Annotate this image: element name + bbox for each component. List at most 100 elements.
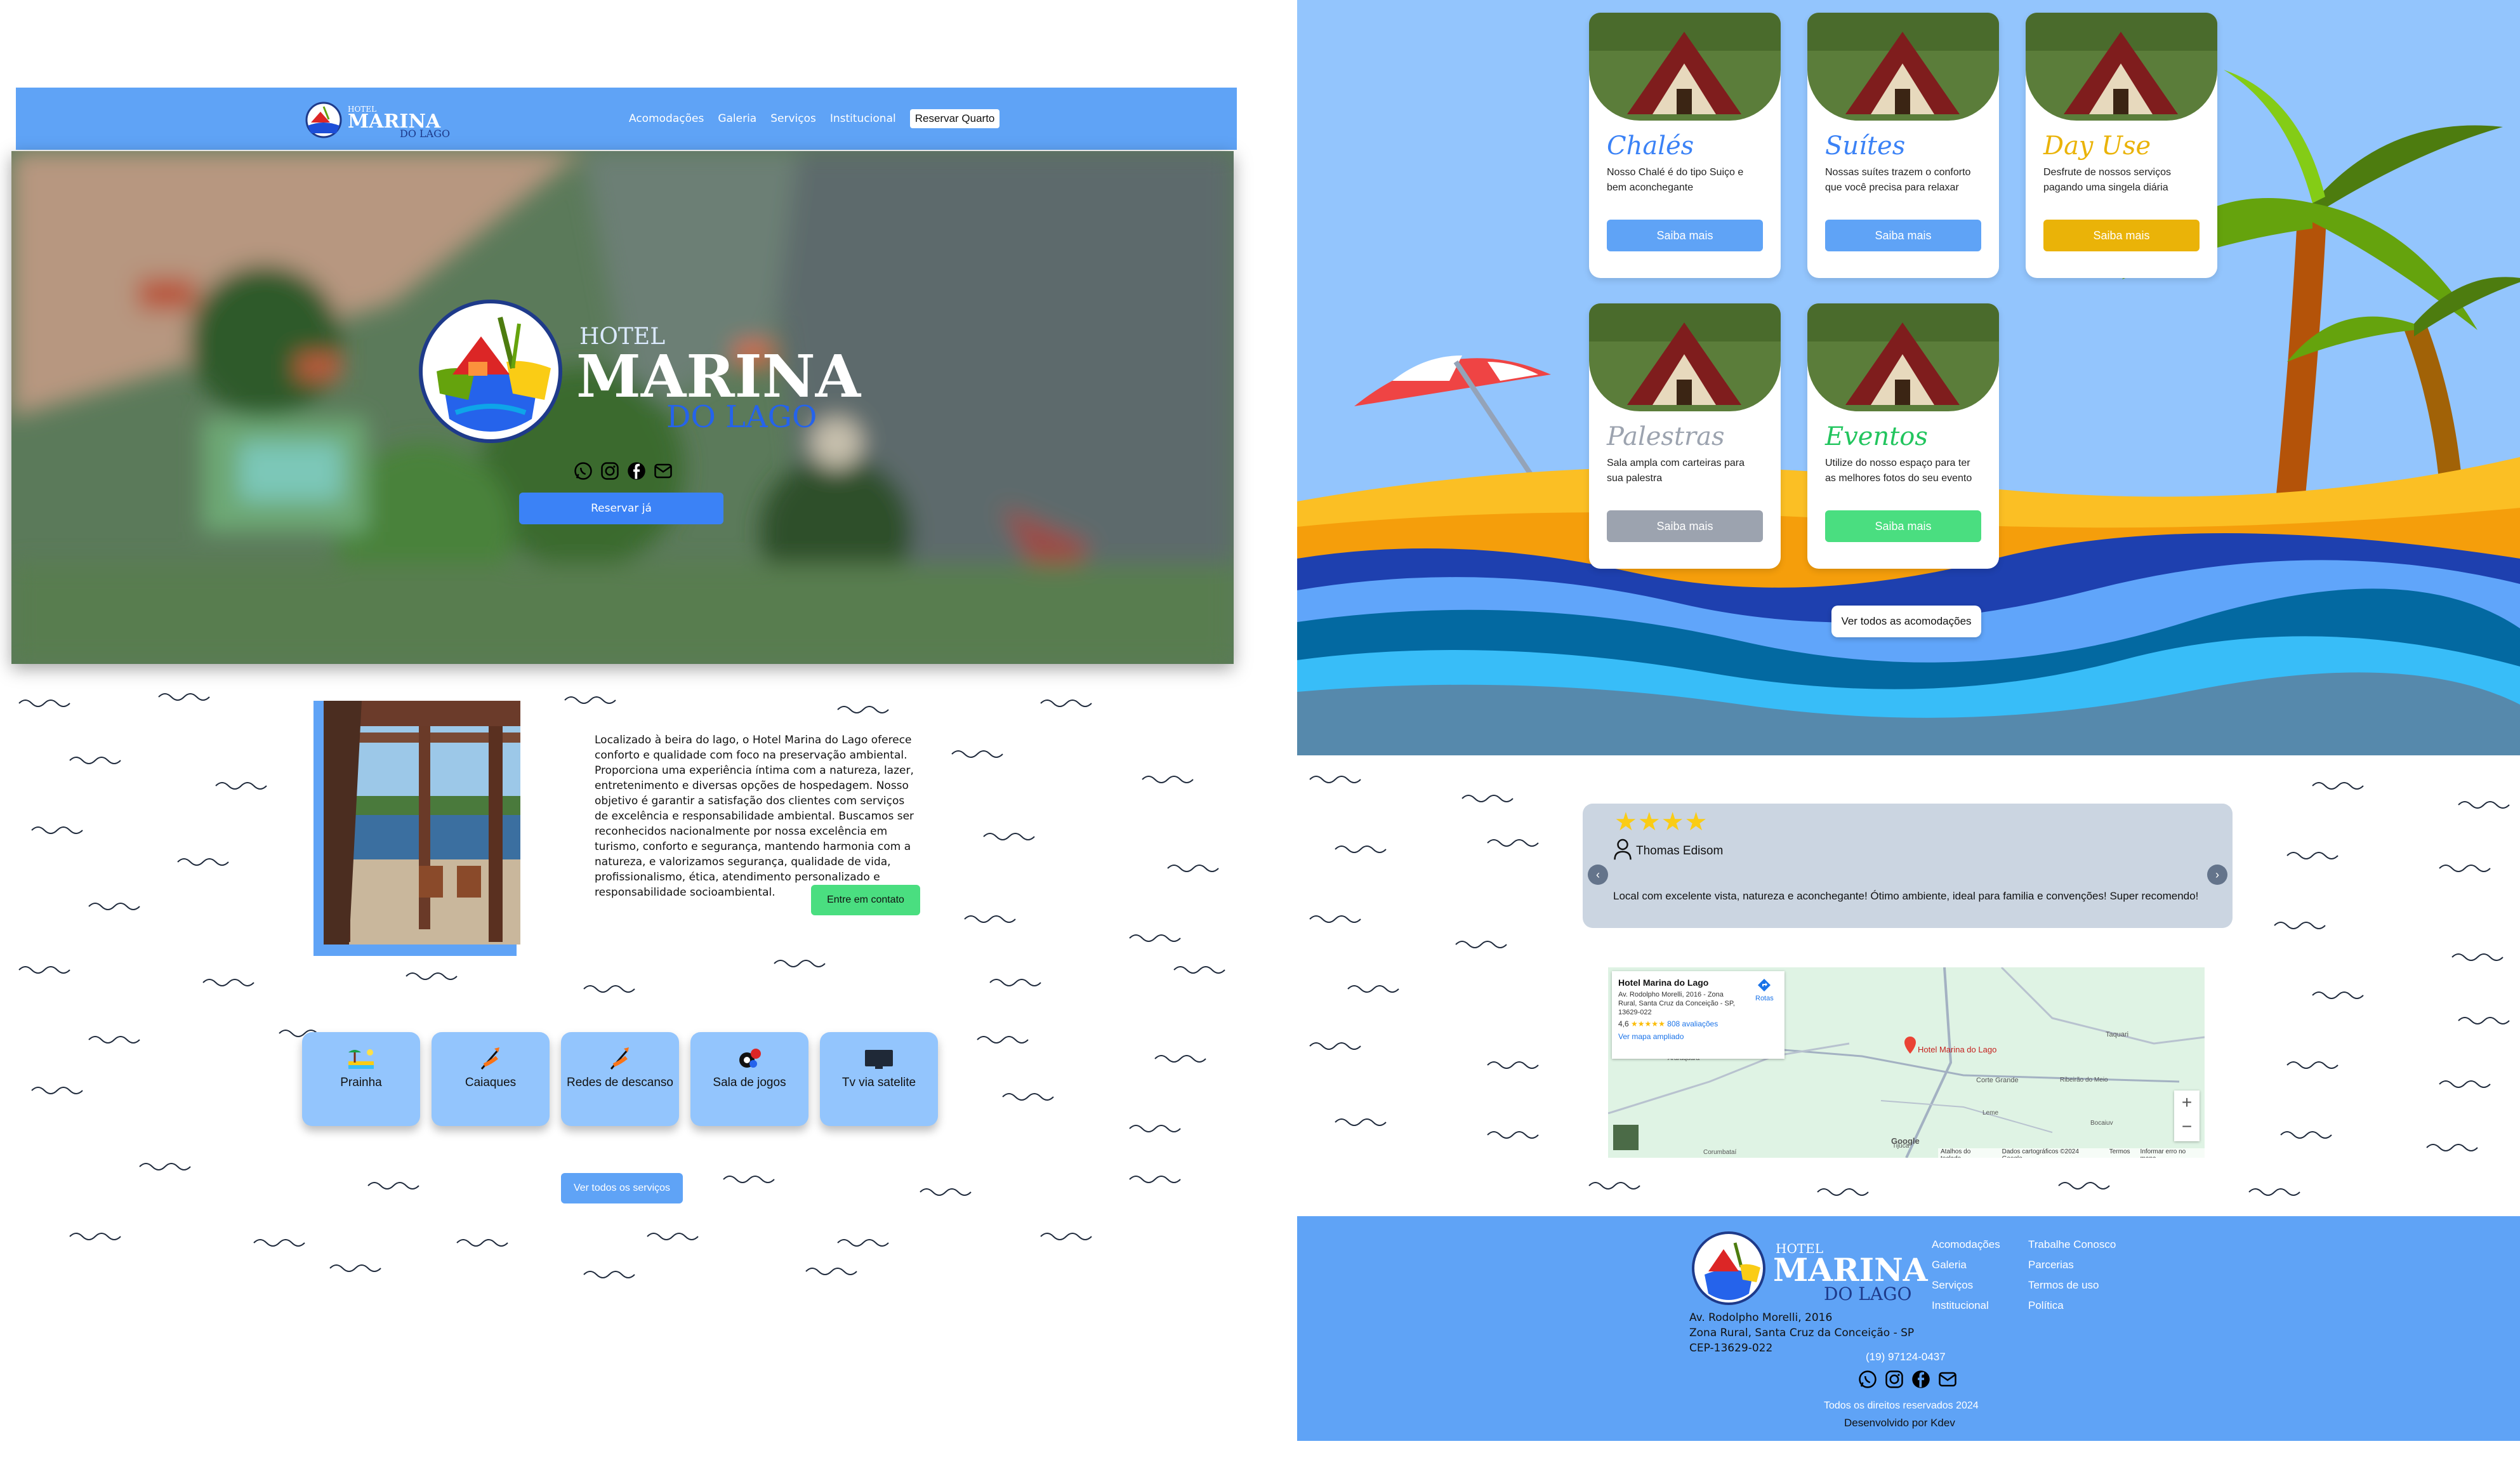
site-footer: HOTEL MARINA DO LAGO Av. Rodolpho Morell…	[1297, 1216, 2520, 1441]
zoom-in-button[interactable]: +	[2174, 1090, 2200, 1115]
hero-banner: HOTEL MARINA DO LAGO Reservar já	[11, 151, 1234, 664]
footer-link-termos[interactable]: Termos de uso	[2028, 1280, 2116, 1291]
map-place-name: Hotel Marina do Lago	[1618, 978, 1709, 988]
book-now-button[interactable]: Reservar já	[519, 493, 723, 524]
instagram-icon[interactable]	[599, 460, 621, 482]
room-title-palestras: Palestras	[1607, 422, 1725, 451]
map-town-taquari: Taquari	[2106, 1031, 2129, 1038]
suite-photo	[1807, 13, 1999, 121]
room-more-button-suites[interactable]: Saiba mais	[1825, 220, 1981, 251]
map-zoom-controls: + −	[2174, 1090, 2200, 1141]
reserve-room-button[interactable]: Reservar Quarto	[909, 109, 1000, 128]
room-more-button-chales[interactable]: Saiba mais	[1607, 220, 1763, 251]
room-desc-suites: Nossas suítes trazem o conforto que você…	[1825, 167, 1971, 193]
map-attrib-terms[interactable]: Termos	[2109, 1148, 2130, 1158]
service-card-caiaques[interactable]: Caiaques	[432, 1032, 550, 1126]
map-place-card: Hotel Marina do Lago Av. Rodolpho Morell…	[1612, 971, 1784, 1059]
all-services-button[interactable]: Ver todos os serviços	[561, 1173, 683, 1203]
zoom-out-button[interactable]: −	[2174, 1115, 2200, 1139]
room-more-button-palestras[interactable]: Saiba mais	[1607, 510, 1763, 542]
room-card-eventos: Eventos Utilize do nosso espaço para ter…	[1807, 303, 1999, 569]
about-photo-pergola	[324, 701, 520, 945]
left-homepage-panel: HOTEL MARINA DO LAGO Acomodações Galeria…	[0, 0, 1269, 1465]
map-pin-label: Hotel Marina do Lago	[1918, 1045, 1997, 1054]
billiards-icon	[734, 1046, 765, 1071]
footer-link-acomodacoes[interactable]: Acomodações	[1932, 1239, 2000, 1250]
mail-icon[interactable]	[1937, 1369, 1958, 1390]
facebook-icon[interactable]	[1910, 1369, 1932, 1390]
page-canvas: HOTEL MARINA DO LAGO Acomodações Galeria…	[0, 0, 2520, 1465]
facebook-icon[interactable]	[626, 460, 647, 482]
review-stars: ★★★★	[1614, 808, 1708, 836]
beach-icon	[346, 1046, 376, 1071]
room-more-button-dayuse[interactable]: Saiba mais	[2043, 220, 2200, 251]
footer-link-institucional[interactable]: Institucional	[1932, 1300, 2000, 1311]
right-homepage-panel: Chalés Nosso Chalé é do tipo Suiço e bem…	[1297, 0, 2520, 1465]
hero-logo-lago: DO LAGO	[666, 399, 817, 435]
room-desc-eventos: Utilize do nosso espaço para ter as melh…	[1825, 458, 1972, 484]
map-routes-button[interactable]: Rotas	[1755, 978, 1774, 1002]
whatsapp-icon[interactable]	[572, 460, 594, 482]
footer-link-trabalhe[interactable]: Trabalhe Conosco	[2028, 1239, 2116, 1250]
room-card-suites: Suítes Nossas suítes trazem o conforto q…	[1807, 13, 1999, 278]
footer-logo[interactable]: HOTEL MARINA DO LAGO	[1691, 1230, 1938, 1306]
map-town-bocaiuv: Bocaiuv	[2090, 1120, 2113, 1127]
map-routes-label: Rotas	[1755, 995, 1774, 1002]
navbar-logo-lago: DO LAGO	[400, 128, 450, 140]
event-photo	[1807, 303, 1999, 411]
service-label-caiaques: Caiaques	[465, 1076, 517, 1089]
footer-link-politica[interactable]: Política	[2028, 1300, 2116, 1311]
hero-social-icons	[572, 460, 674, 482]
footer-developer: Desenvolvido por Kdev	[1844, 1417, 1955, 1429]
room-title-chales: Chalés	[1607, 131, 1694, 161]
top-navbar: HOTEL MARINA DO LAGO Acomodações Galeria…	[16, 88, 1237, 150]
room-card-dayuse: Day Use Desfrute de nossos serviços paga…	[2026, 13, 2217, 278]
review-prev-button[interactable]: ‹	[1588, 865, 1608, 885]
footer-links-col-2: Trabalhe Conosco Parcerias Termos de uso…	[2028, 1239, 2116, 1311]
footer-link-galeria[interactable]: Galeria	[1932, 1259, 2000, 1271]
room-title-eventos: Eventos	[1825, 422, 1928, 451]
room-desc-palestras: Sala ampla com carteiras para sua palest…	[1607, 458, 1745, 484]
mail-icon[interactable]	[652, 460, 674, 482]
nav-link-acomodacoes[interactable]: Acomodações	[629, 112, 704, 125]
map-reviews-link[interactable]: 808 avaliações	[1667, 1019, 1718, 1028]
whatsapp-icon[interactable]	[1857, 1369, 1878, 1390]
service-card-tv[interactable]: Tv via satelite	[820, 1032, 938, 1126]
tv-icon	[864, 1046, 894, 1071]
room-more-button-eventos[interactable]: Saiba mais	[1825, 510, 1981, 542]
google-map-embed[interactable]: Hotel Marina do Lago Taquari Corte Grand…	[1608, 967, 2205, 1158]
footer-rights: Todos os direitos reservados 2024	[1824, 1400, 1979, 1411]
nav-link-institucional[interactable]: Institucional	[830, 112, 896, 125]
footer-link-servicos[interactable]: Serviços	[1932, 1280, 2000, 1291]
service-card-prainha[interactable]: Prainha	[302, 1032, 420, 1126]
footer-logo-lago: DO LAGO	[1824, 1283, 1911, 1304]
map-attrib-shortcuts[interactable]: Atalhos do teclado	[1941, 1148, 1992, 1158]
room-desc-chales: Nosso Chalé é do tipo Suiço e bem aconch…	[1607, 167, 1744, 193]
service-card-jogos[interactable]: Sala de jogos	[690, 1032, 808, 1126]
directions-icon	[1758, 979, 1771, 991]
contact-button[interactable]: Entre em contato	[811, 885, 920, 915]
lecture-photo	[1589, 303, 1781, 411]
footer-phone[interactable]: (19) 97124-0437	[1866, 1351, 1946, 1363]
about-description: Localizado à beira do lago, o Hotel Mari…	[595, 734, 914, 899]
service-label-jogos: Sala de jogos	[713, 1076, 786, 1089]
nav-link-galeria[interactable]: Galeria	[718, 112, 756, 125]
map-town-ribeirao: Ribeirão do Meio	[2060, 1077, 2108, 1084]
instagram-icon[interactable]	[1883, 1369, 1905, 1390]
map-attrib-report[interactable]: Informar erro no mapa	[2141, 1148, 2202, 1158]
review-next-button[interactable]: ›	[2207, 865, 2227, 885]
map-enlarged-link[interactable]: Ver mapa ampliado	[1618, 1032, 1778, 1041]
user-icon	[1613, 838, 1632, 865]
navbar-logo[interactable]: HOTEL MARINA DO LAGO	[305, 100, 451, 140]
footer-link-parcerias[interactable]: Parcerias	[2028, 1259, 2116, 1271]
satellite-thumbnail[interactable]	[1613, 1125, 1639, 1150]
service-label-prainha: Prainha	[340, 1076, 382, 1089]
room-desc-dayuse: Desfrute de nossos serviços pagando uma …	[2043, 167, 2171, 193]
kayak-icon	[475, 1046, 506, 1071]
chalet-photo	[1589, 13, 1781, 121]
map-town-leme: Leme	[1982, 1110, 1999, 1117]
all-accommodations-button[interactable]: Ver todos as acomodações	[1831, 606, 1981, 637]
nav-link-servicos[interactable]: Serviços	[770, 112, 816, 125]
service-card-redes[interactable]: Redes de descanso	[561, 1032, 679, 1126]
map-town-corumbatai: Corumbataí	[1703, 1149, 1737, 1156]
